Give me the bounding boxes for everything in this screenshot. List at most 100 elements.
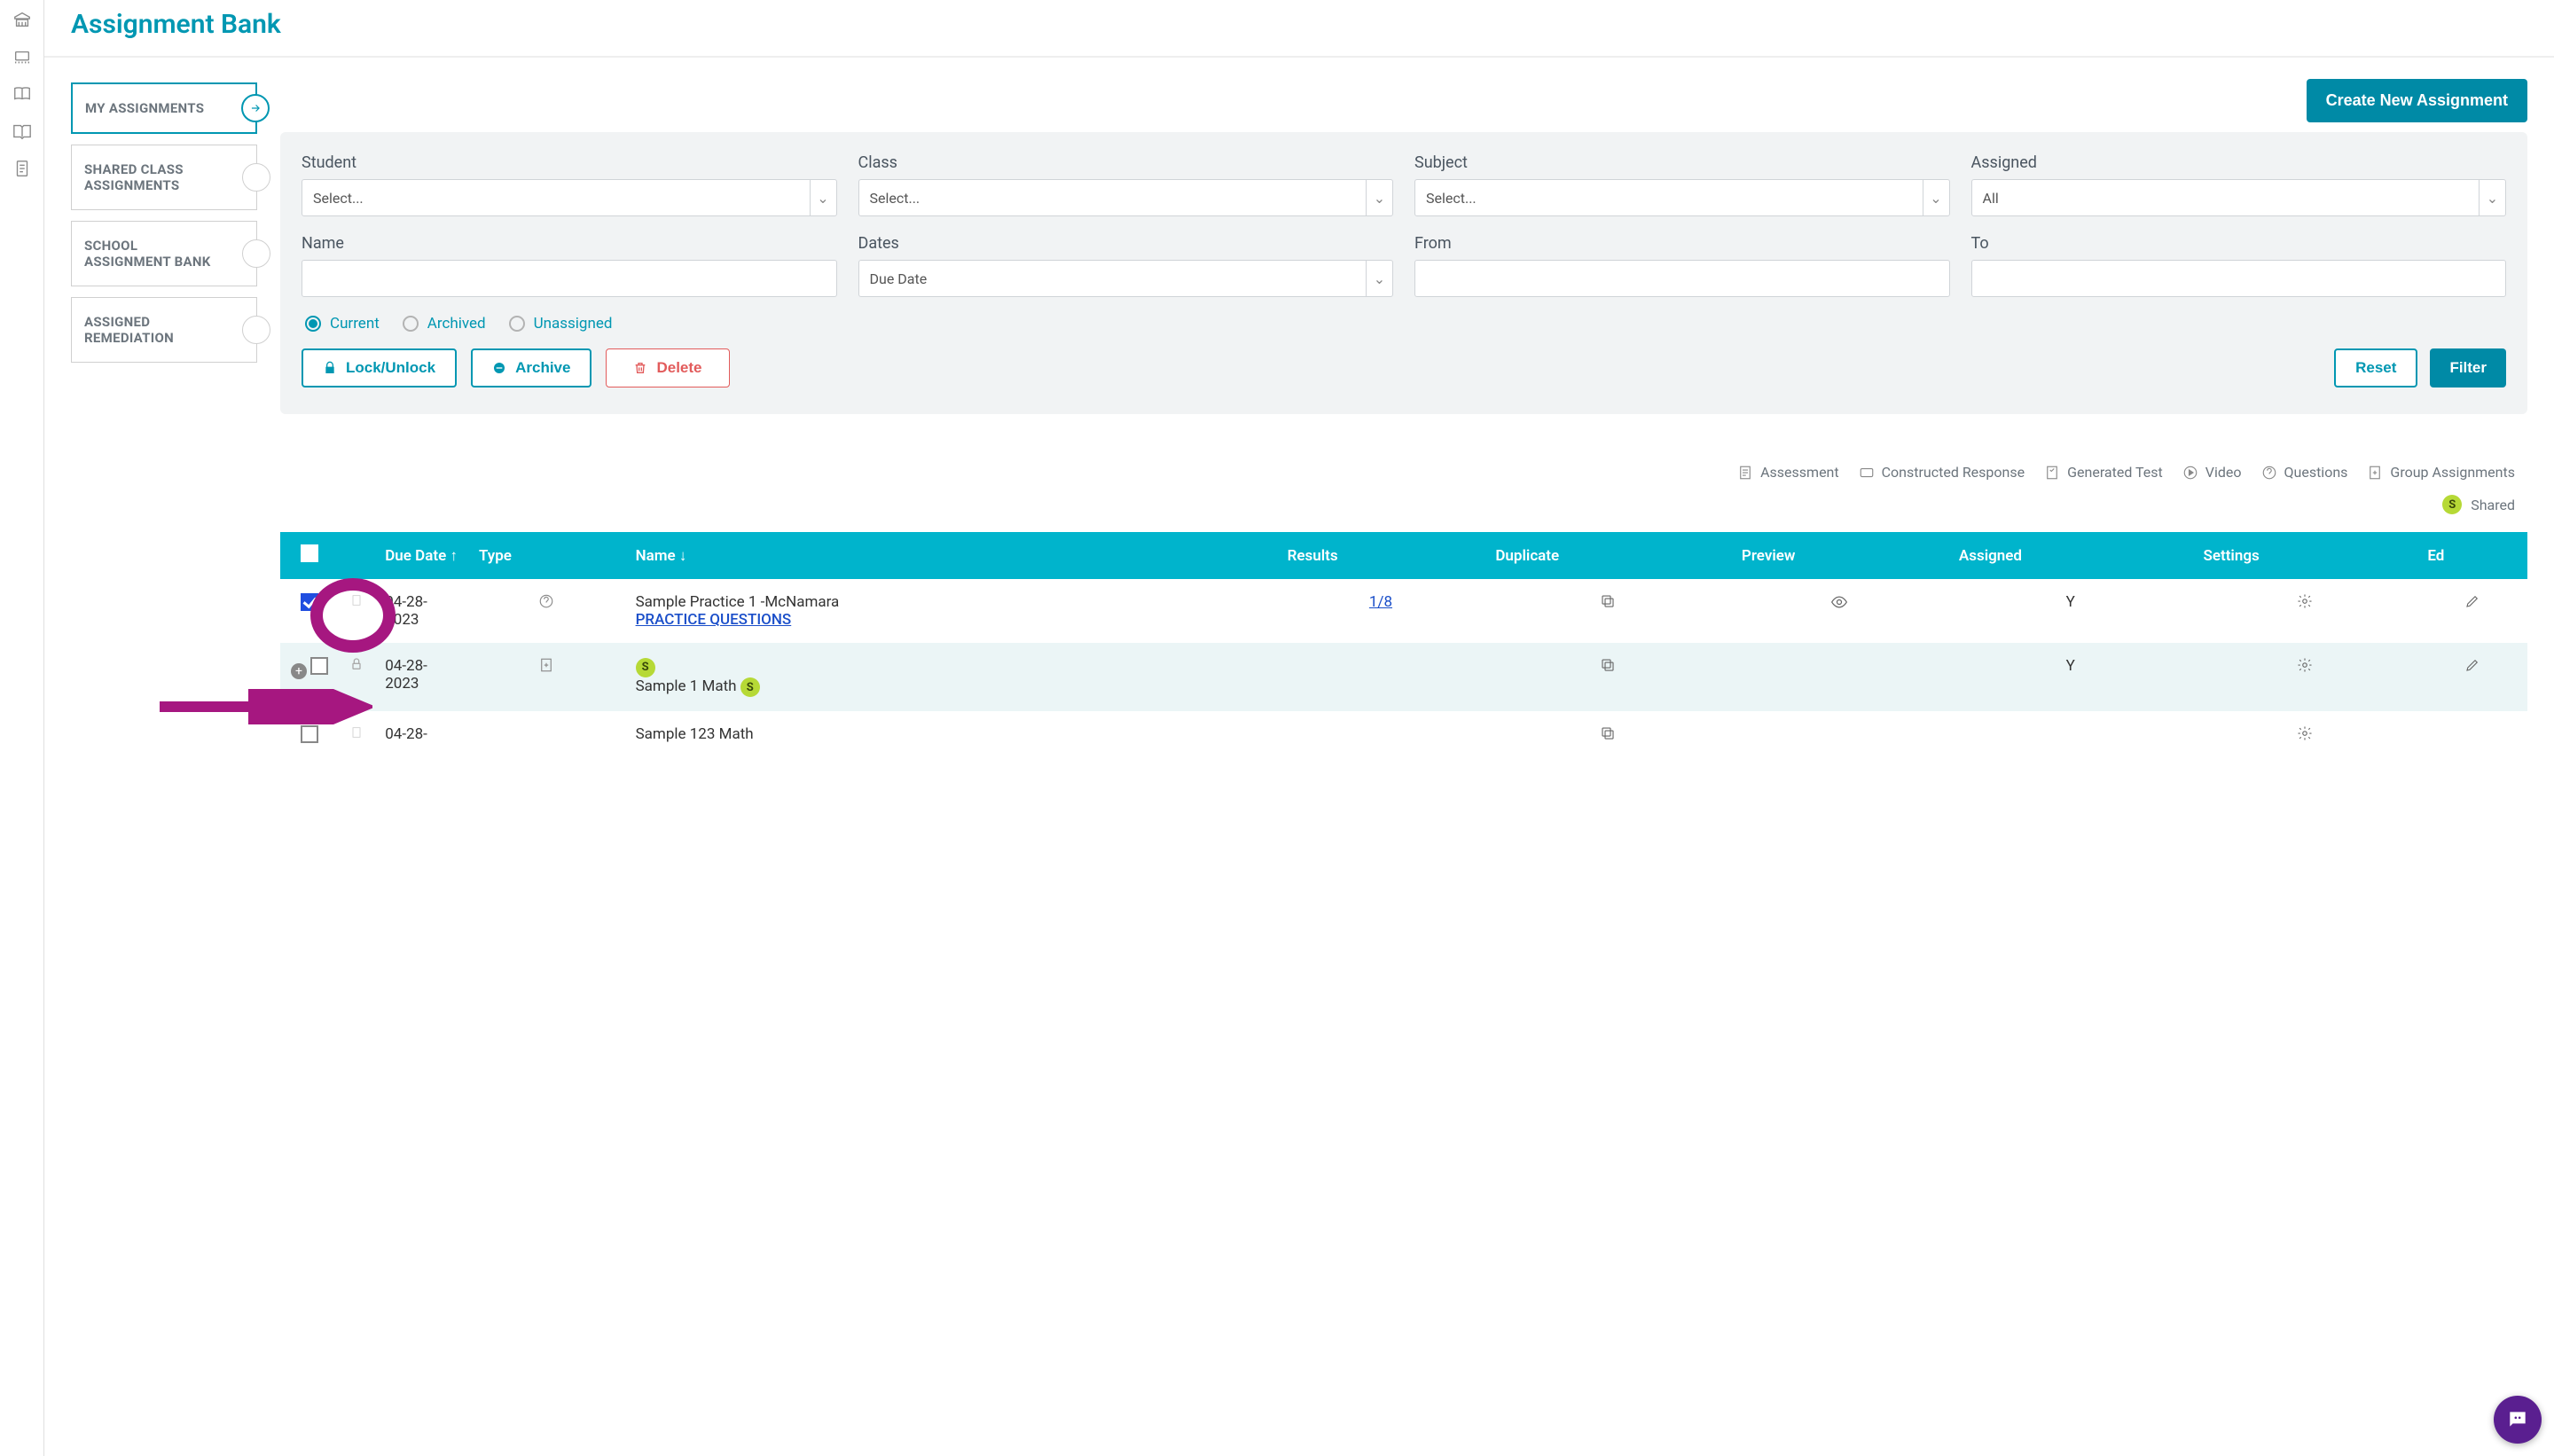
- assignments-table: Due Date ↑ Type Name ↓ Results Duplicate…: [280, 532, 2527, 762]
- generated-test-icon: [2044, 465, 2060, 481]
- assigned-select[interactable]: All ⌄: [1971, 179, 2507, 216]
- col-label: Name: [636, 547, 676, 565]
- col-preview[interactable]: Preview: [1731, 532, 1948, 579]
- shared-badge-icon: S: [636, 658, 655, 677]
- questions-icon: [538, 593, 554, 609]
- filter-button[interactable]: Filter: [2430, 348, 2506, 387]
- page-icon: [349, 725, 364, 740]
- group-assignments-icon: [2367, 465, 2383, 481]
- name-input[interactable]: [302, 260, 837, 297]
- legend-video: Video: [2182, 464, 2242, 481]
- tab-my-assignments[interactable]: MY ASSIGNMENTS: [71, 82, 257, 134]
- create-new-assignment-button[interactable]: Create New Assignment: [2307, 79, 2527, 122]
- legend-label: Constructed Response: [1882, 464, 2025, 481]
- duplicate-icon[interactable]: [1600, 593, 1616, 609]
- edit-icon[interactable]: [2464, 657, 2480, 673]
- dates-select[interactable]: Due Date ⌄: [858, 260, 1394, 297]
- assigned-label: Assigned: [1971, 153, 2507, 172]
- col-settings[interactable]: Settings: [2192, 532, 2417, 579]
- assessment-icon: [1737, 465, 1753, 481]
- select-value: Select...: [1426, 190, 1477, 207]
- cell-assigned: Y: [1948, 643, 2193, 711]
- radio-current[interactable]: Current: [305, 315, 380, 333]
- edit-icon[interactable]: [2464, 593, 2480, 609]
- student-select[interactable]: Select... ⌄: [302, 179, 837, 216]
- button-label: Reset: [2355, 359, 2396, 377]
- delete-button[interactable]: Delete: [606, 348, 729, 387]
- class-label: Class: [858, 153, 1394, 172]
- radio-label: Current: [330, 315, 380, 333]
- tab-label: MY ASSIGNMENTS: [85, 100, 204, 116]
- table-row: + 04-28-2023SSample 1 Math SY: [280, 643, 2527, 711]
- gear-icon[interactable]: [2297, 725, 2313, 741]
- circle-icon: [242, 316, 270, 344]
- page-title: Assignment Bank: [71, 9, 2527, 40]
- button-label: Delete: [656, 359, 701, 377]
- radio-label: Archived: [427, 315, 486, 333]
- sort-down-icon: ↓: [679, 547, 687, 565]
- constructed-response-icon: [1859, 465, 1875, 481]
- nav-institution-icon[interactable]: [12, 9, 33, 30]
- nav-book-icon[interactable]: [12, 83, 33, 105]
- legend-generated-test: Generated Test: [2044, 464, 2163, 481]
- tab-shared-class-assignments[interactable]: SHARED CLASS ASSIGNMENTS: [71, 145, 257, 210]
- col-type[interactable]: Type: [468, 532, 625, 579]
- gear-icon[interactable]: [2297, 657, 2313, 673]
- col-due-date[interactable]: Due Date ↑: [374, 532, 468, 579]
- reset-button[interactable]: Reset: [2334, 348, 2417, 387]
- col-edit[interactable]: Ed: [2417, 532, 2527, 579]
- archive-button[interactable]: Archive: [471, 348, 591, 387]
- assignment-sub-link[interactable]: PRACTICE QUESTIONS: [636, 611, 792, 629]
- col-results[interactable]: Results: [1277, 532, 1485, 579]
- row-checkbox[interactable]: [301, 593, 318, 611]
- select-value: Due Date: [870, 270, 928, 287]
- radio-unassigned[interactable]: Unassigned: [509, 315, 613, 333]
- sort-up-icon: ↑: [450, 547, 458, 565]
- table-row: 04-28-2023 Sample Practice 1 -McNamaraPRA…: [280, 579, 2527, 643]
- minus-circle-icon: [492, 361, 506, 375]
- gear-icon[interactable]: [2297, 593, 2313, 609]
- lock-unlock-button[interactable]: Lock/Unlock: [302, 348, 457, 387]
- chat-fab-button[interactable]: [2494, 1396, 2542, 1444]
- shared-badge-icon: S: [740, 677, 760, 697]
- cell-due-date: 04-28-2023: [374, 579, 468, 643]
- col-assigned[interactable]: Assigned: [1948, 532, 2193, 579]
- button-label: Filter: [2449, 359, 2487, 377]
- subject-select[interactable]: Select... ⌄: [1414, 179, 1950, 216]
- lock-icon: [323, 361, 337, 375]
- duplicate-icon[interactable]: [1600, 725, 1616, 741]
- arrow-right-icon: [241, 94, 270, 122]
- table-row: 04-28-Sample 123 Math: [280, 711, 2527, 762]
- nav-document-icon[interactable]: [12, 158, 33, 179]
- tab-label: SHARED CLASS ASSIGNMENTS: [84, 161, 184, 193]
- from-input[interactable]: [1414, 260, 1950, 297]
- tab-assigned-remediation[interactable]: ASSIGNED REMEDIATION: [71, 297, 257, 363]
- button-label: Archive: [515, 359, 570, 377]
- cell-name: Sample Practice 1 -McNamaraPRACTICE QUES…: [625, 579, 1277, 643]
- nav-open-book-icon[interactable]: [12, 121, 33, 142]
- duplicate-icon[interactable]: [1600, 657, 1616, 673]
- radio-archived[interactable]: Archived: [403, 315, 486, 333]
- legend-group-assignments: Group Assignments: [2367, 464, 2515, 481]
- student-label: Student: [302, 153, 837, 172]
- select-all-checkbox[interactable]: [301, 544, 318, 562]
- video-icon: [2182, 465, 2198, 481]
- col-label: Due Date: [385, 547, 446, 565]
- col-name[interactable]: Name ↓: [625, 532, 1277, 579]
- tab-school-assignment-bank[interactable]: SCHOOL ASSIGNMENT BANK: [71, 221, 257, 286]
- legend-label: Group Assignments: [2390, 464, 2515, 481]
- chevron-down-icon: ⌄: [1366, 261, 1392, 296]
- eye-icon[interactable]: [1830, 593, 1848, 611]
- to-input[interactable]: [1971, 260, 2507, 297]
- results-link[interactable]: 1/8: [1369, 593, 1392, 611]
- class-select[interactable]: Select... ⌄: [858, 179, 1394, 216]
- nav-projector-icon[interactable]: [12, 46, 33, 67]
- tab-label: ASSIGNED REMEDIATION: [84, 314, 174, 346]
- col-duplicate[interactable]: Duplicate: [1485, 532, 1731, 579]
- legend-assessment: Assessment: [1737, 464, 1839, 481]
- row-checkbox[interactable]: [310, 657, 328, 675]
- chevron-down-icon: ⌄: [2479, 180, 2505, 215]
- row-checkbox[interactable]: [301, 725, 318, 743]
- radio-label: Unassigned: [534, 315, 613, 333]
- expand-row-button[interactable]: +: [291, 663, 307, 679]
